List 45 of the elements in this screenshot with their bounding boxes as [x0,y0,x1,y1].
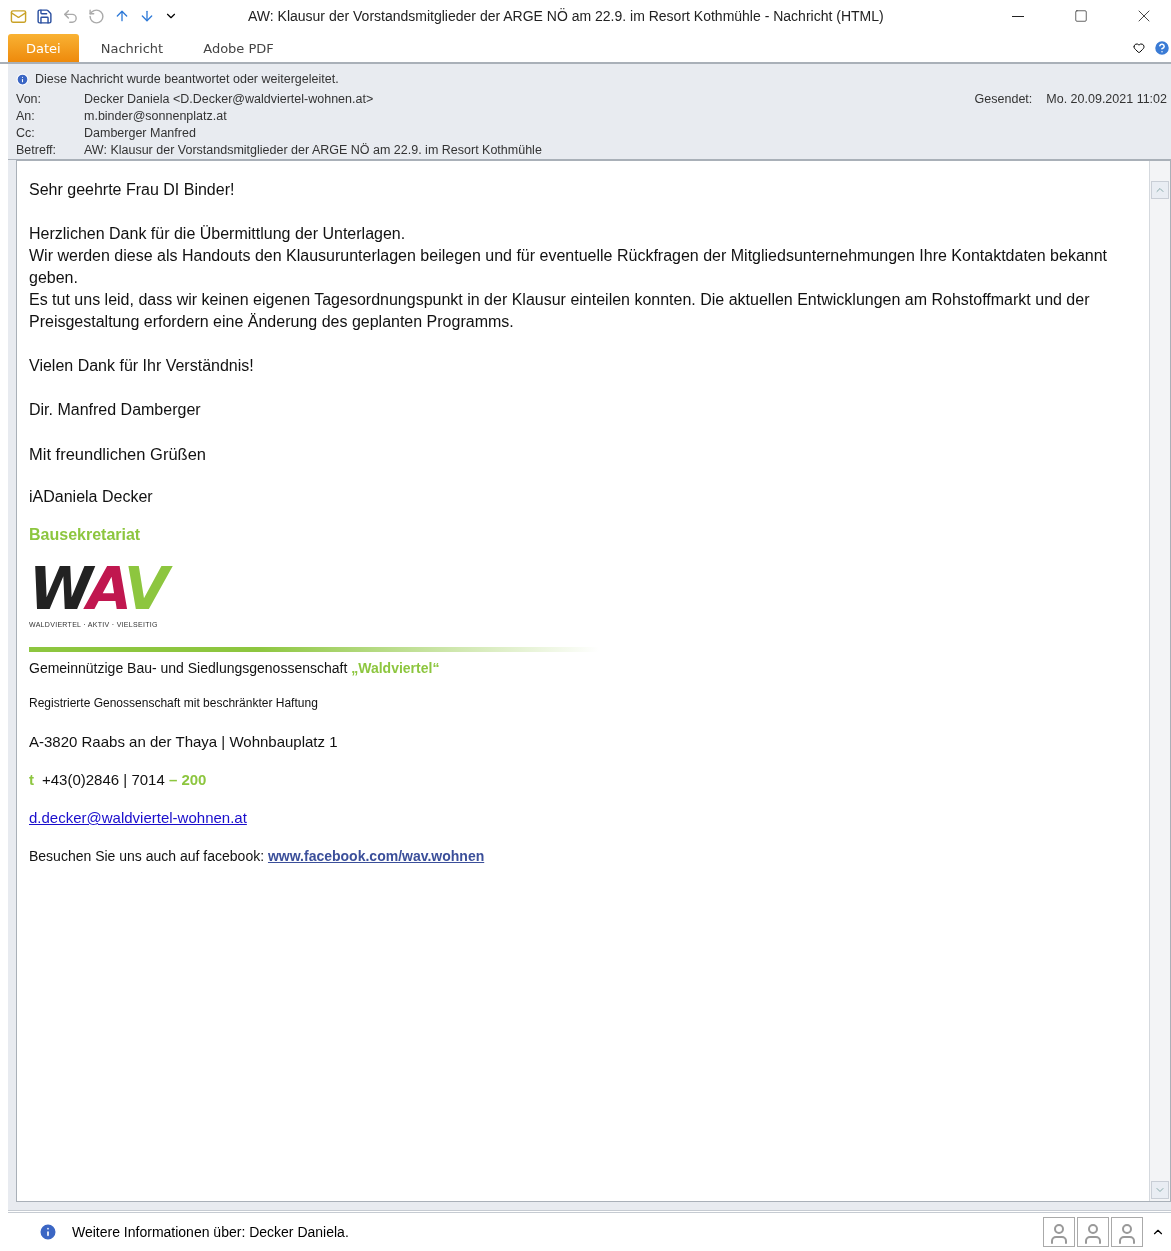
company-name: Gemeinnützige Bau- und Siedlungsgenossenschaft „Waldviertel“ [29,659,441,678]
header-value: Mo. 20.09.2021 11:02 [1046,92,1167,106]
ribbon-tab[interactable]: Nachricht [82,34,182,62]
info-message: Diese Nachricht wurde beantwortet oder weitergeleitet. [35,72,339,86]
email-link[interactable]: d.decker@waldviertel-wohnen.at [29,809,247,826]
scrollbar[interactable] [1149,161,1170,1201]
body-text: Es tut uns leid, dass wir keinen eigenen Tagesordnungspunkt in der Klausur einteilen konnten. Die aktuellen Entwicklungen am Rohstoffmarkt und der Preisgestaltung erfordern eine Änderung des geplanten Programms. [29,290,1091,332]
ribbon-tab[interactable]: Adobe PDF [185,34,292,62]
body-text: Dir. Manfred Damberger [29,400,202,420]
header-value: m.binder@sonnenplatz.at [84,109,228,123]
scroll-down-button[interactable] [1151,1181,1169,1199]
header-label: An: [16,109,36,123]
header-label: Betreff: [16,143,58,157]
legal-text: Registrierte Genossenschaft mit beschränkter Haftung [29,696,319,710]
info-icon [38,1222,58,1242]
body-text: Sehr geehrte Frau DI Binder! [29,180,236,200]
header-label: Gesendet: [974,92,1033,106]
info-icon [16,72,29,86]
header-value: AW: Klausur der Vorstandsmitglieder der ARGE NÖ am 22.9. im Resort Kothmühle [84,143,543,157]
window-title: AW: Klausur der Vorstandsmitglieder der ARGE NÖ am 22.9. im Resort Kothmühle - Nachricht (HTML) [248,8,885,24]
body-text: Wir werden diese als Handouts den Klausurunterlagen beilegen und für eventuelle Rückfragen der Mitgliedsunternehmungen Ihre Kontaktdaten bekannt geben. [29,246,1109,288]
header-value: Damberger Manfred [84,126,197,140]
signature-name: iADaniela Decker [29,487,154,507]
header-label: Von: [16,92,43,106]
maximize-icon [1073,9,1088,23]
phone-text: t +43(0)2846 | 7014 – 200 [29,770,208,790]
minimize-icon [1011,15,1024,17]
body-text: Vielen Dank für Ihr Verständnis! [29,356,255,376]
save-icon[interactable] [36,7,53,25]
undo-icon[interactable] [62,7,79,25]
body-text: Herzlichen Dank für die Übermittlung der Unterlagen. [29,224,407,244]
help-icon[interactable] [1153,39,1171,57]
header-value: Decker Daniela <D.Decker@waldviertel-wohnen.at> [84,92,375,106]
header-label: Cc: [16,126,36,140]
address-text: A-3820 Raabs an der Thaya | Wohnbauplatz 1 [29,732,339,752]
redo-icon[interactable] [88,7,105,25]
facebook-text: Besuchen Sie uns auch auf facebook: [29,848,265,864]
closing-text: Mit freundlichen Grüßen [29,444,207,465]
scroll-up-button[interactable] [1151,181,1169,199]
department-text: Bausekretariat [29,525,142,545]
heart-icon[interactable] [1133,42,1145,54]
down-arrow-icon[interactable] [139,8,155,24]
envelope-icon[interactable] [10,7,27,25]
facebook-link[interactable]: www.facebook.com/wav.wohnen [267,848,485,864]
status-text: Weitere Informationen über: Decker Daniela. [72,1224,349,1240]
